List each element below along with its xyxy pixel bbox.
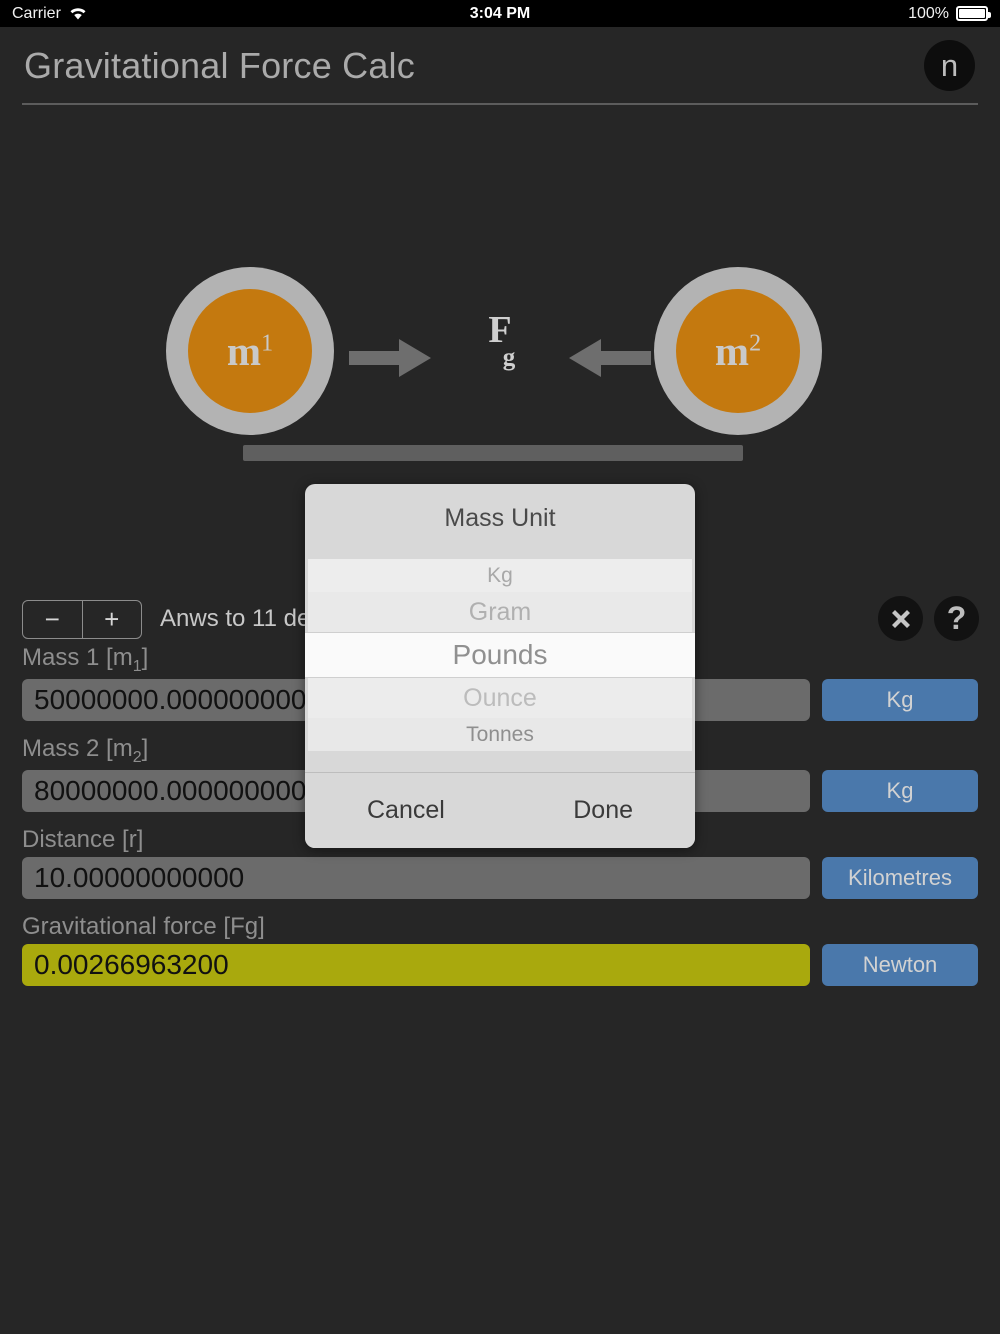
precision-stepper[interactable]: − + [22, 600, 142, 639]
precision-decrement-button[interactable]: − [23, 601, 82, 638]
battery-icon [956, 6, 991, 21]
status-bar-left: Carrier [12, 5, 88, 23]
cancel-button[interactable]: Cancel [367, 796, 445, 825]
mass2-unit-button[interactable]: Kg [822, 769, 978, 812]
status-bar-right: 100% [908, 4, 991, 23]
force-diagram: m1 m2 F g [0, 255, 1000, 470]
help-icon[interactable]: ? [934, 596, 979, 641]
ground-bar [243, 445, 743, 461]
mass1-circle-label: m1 [226, 328, 274, 374]
mass2-circle-label: m2 [714, 328, 762, 374]
wifi-icon [68, 6, 88, 21]
help-label: ? [946, 600, 967, 636]
mass1-unit-button[interactable]: Kg [822, 678, 978, 721]
arrow-right-icon [349, 333, 434, 383]
distance-unit-button[interactable]: Kilometres [822, 856, 978, 899]
picker-option-tonnes[interactable]: Tonnes [308, 718, 692, 751]
page-title: Gravitational Force Calc [24, 45, 415, 86]
distance-row: 10.00000000000 Kilometres [0, 856, 1000, 899]
carrier-label: Carrier [12, 4, 61, 22]
force-symbol: F g [470, 309, 530, 370]
mass2-circle-inner: m2 [676, 289, 800, 413]
picker-footer: Cancel Done [305, 772, 695, 848]
arrow-left-icon [566, 333, 651, 383]
close-icon[interactable] [878, 596, 923, 641]
picker-option-pounds-selected[interactable]: Pounds [305, 632, 695, 678]
precision-text: Anws to 11 de [160, 605, 311, 632]
force-result-field: 0.00266963200 [22, 943, 810, 986]
app-root: Carrier 3:04 PM 100% Gravitational Force… [0, 0, 1000, 1334]
mass1-circle-inner: m1 [188, 289, 312, 413]
force-label: Gravitational force [Fg] [22, 912, 265, 940]
precision-increment-button[interactable]: + [83, 601, 142, 638]
status-bar-time: 3:04 PM [469, 4, 531, 22]
nav-divider [22, 103, 978, 105]
mass1-circle: m1 [166, 267, 334, 435]
battery-percent-label: 100% [908, 4, 949, 22]
picker-title: Mass Unit [444, 504, 556, 532]
picker-option-gram[interactable]: Gram [308, 592, 692, 632]
picker-option-kg[interactable]: Kg [308, 559, 692, 592]
mass-unit-picker-dialog: Mass Unit Kg Gram Pounds Ounce Tonnes Ca… [305, 484, 695, 848]
done-button[interactable]: Done [573, 796, 633, 825]
unit-picker-wheel[interactable]: Kg Gram Pounds Ounce Tonnes [305, 559, 695, 751]
picker-option-ounce[interactable]: Ounce [308, 678, 692, 718]
mass2-circle: m2 [654, 267, 822, 435]
force-row: 0.00266963200 Newton [0, 943, 1000, 986]
force-symbol-f: F [488, 309, 512, 351]
navigation-bar: Gravitational Force Calc n [0, 27, 1000, 102]
force-unit-button[interactable]: Newton [822, 943, 978, 986]
status-bar: Carrier 3:04 PM 100% [0, 0, 1000, 27]
distance-input[interactable]: 10.00000000000 [22, 856, 810, 899]
app-badge-label: n [940, 48, 959, 83]
app-badge-button[interactable]: n [924, 40, 975, 91]
